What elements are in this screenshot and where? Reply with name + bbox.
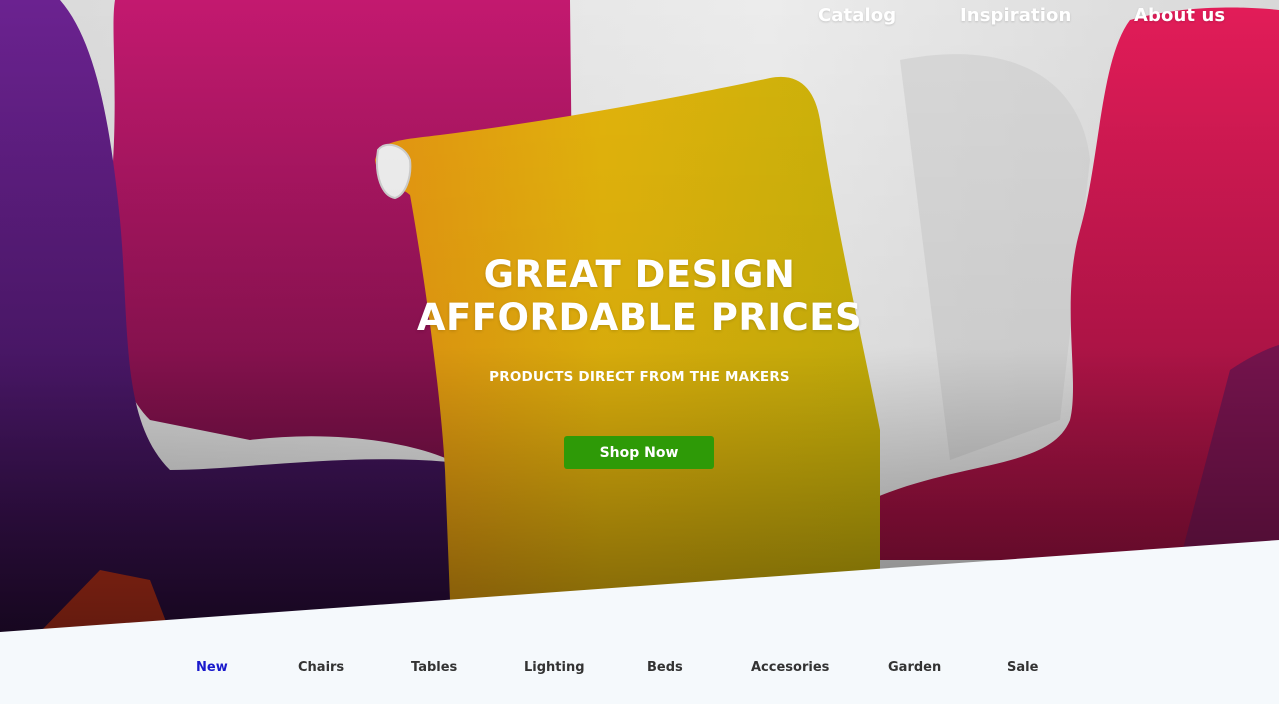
category-tab-garden[interactable]: Garden — [888, 660, 941, 675]
nav-link-catalog[interactable]: Catalog — [818, 5, 896, 26]
hero-headline-line-1: GREAT DESIGN — [483, 253, 796, 296]
category-tab-chairs[interactable]: Chairs — [298, 660, 344, 675]
nav-link-inspiration[interactable]: Inspiration — [960, 5, 1071, 26]
hero-subheadline: PRODUCTS DIRECT FROM THE MAKERS — [489, 369, 790, 385]
page: Catalog Inspiration About us GREAT DESIG… — [0, 0, 1279, 704]
shop-now-button[interactable]: Shop Now — [564, 436, 714, 469]
top-navigation: Catalog Inspiration About us — [0, 0, 1279, 34]
category-tab-new[interactable]: New — [196, 660, 228, 675]
nav-link-about-us[interactable]: About us — [1134, 5, 1225, 26]
category-tab-lighting[interactable]: Lighting — [524, 660, 585, 675]
category-tab-accesories[interactable]: Accesories — [751, 660, 829, 675]
hero-headline: GREAT DESIGN AFFORDABLE PRICES — [0, 253, 1279, 339]
hero-headline-line-2: AFFORDABLE PRICES — [416, 296, 863, 339]
category-tab-sale[interactable]: Sale — [1007, 660, 1038, 675]
hero-banner: Catalog Inspiration About us GREAT DESIG… — [0, 0, 1279, 632]
category-tab-tables[interactable]: Tables — [411, 660, 457, 675]
category-tab-beds[interactable]: Beds — [647, 660, 683, 675]
category-navigation: New Chairs Tables Lighting Beds Accesori… — [0, 652, 1279, 686]
